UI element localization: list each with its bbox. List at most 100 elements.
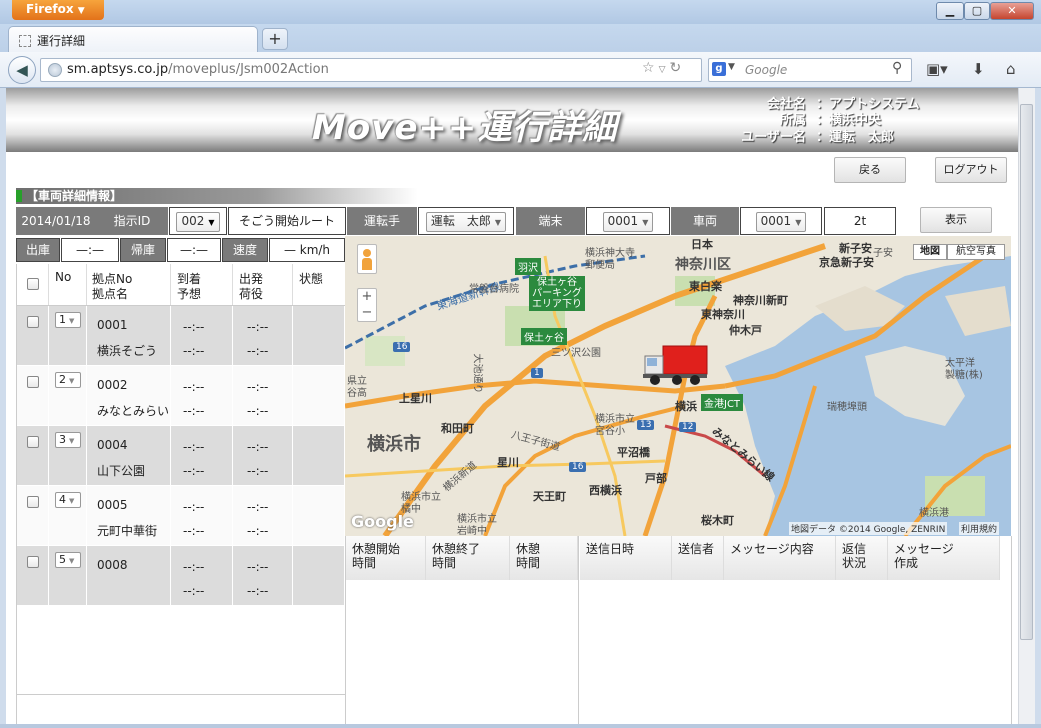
browser-tab[interactable]: 運行詳細 <box>8 26 258 52</box>
col-rest-time: 休憩 時間 <box>510 536 578 580</box>
map-label: 横浜 <box>675 400 697 413</box>
zoom-control: + − <box>357 288 377 322</box>
map-label: 製糖(株) <box>945 370 983 381</box>
table-row[interactable]: 4 ▼ 0005 元町中華街 --:-- --:-- --:-- --:-- <box>17 486 345 546</box>
map-label: 上星川 <box>399 392 432 405</box>
map-label: 東神奈川 <box>701 308 745 321</box>
map-label: 横浜市 <box>367 434 421 455</box>
row-arrival-est: --:-- <box>183 404 205 418</box>
vehicle-label: 車両 <box>671 207 739 235</box>
street-view-pegman-icon[interactable] <box>357 244 377 274</box>
maximize-icon: ▢ <box>971 4 983 17</box>
maximize-button[interactable]: ▢ <box>964 2 990 20</box>
map-label: 神奈川区 <box>675 257 731 273</box>
chevron-down-icon[interactable]: ▼ <box>728 62 735 72</box>
map-label: 横浜港 <box>919 508 949 519</box>
col-rest-start-label: 休憩開始 <box>352 542 401 556</box>
bookmarks-menu-icon[interactable]: ▣▾ <box>926 60 948 78</box>
row-point-code: 0004 <box>97 438 128 452</box>
chevron-down-icon: ▼ <box>494 218 502 227</box>
row-order-select[interactable]: 3 ▼ <box>55 432 81 448</box>
table-row[interactable]: 1 ▼ 0001 横浜そごう --:-- --:-- --:-- --:-- <box>17 306 345 366</box>
map-type-map-button[interactable]: 地図 <box>913 244 947 260</box>
map-label-group: 太平洋 製糖(株) <box>945 358 983 382</box>
url-bar[interactable]: sm.aptsys.co.jp/moveplus/Jsm002Action <box>40 58 702 82</box>
return-label: 帰庫 <box>120 238 166 262</box>
terminal-cell: 0001 ▼ <box>586 207 670 235</box>
map-label: 横浜市立 <box>457 514 497 525</box>
col-no: No <box>55 270 72 284</box>
arrow-left-icon: ◀ <box>16 61 28 79</box>
scrollbar-thumb[interactable] <box>1020 104 1033 640</box>
minimize-button[interactable]: ▁ <box>936 2 964 20</box>
row-order-select[interactable]: 2 ▼ <box>55 372 81 388</box>
map-label: 岩崎中 <box>457 526 487 536</box>
row-order-value: 2 <box>59 373 66 386</box>
table-row[interactable]: 3 ▼ 0004 山下公園 --:-- --:-- --:-- --:-- <box>17 426 345 486</box>
row-status <box>293 366 345 425</box>
row-order-select[interactable]: 1 ▼ <box>55 312 81 328</box>
row-checkbox[interactable] <box>27 376 39 388</box>
truck-marker-icon[interactable] <box>643 344 711 388</box>
map-label: 横浜市立 <box>401 492 441 503</box>
home-icon[interactable]: ⌂ <box>1006 60 1016 78</box>
col-message-content: メッセージ内容 <box>724 536 836 580</box>
row-arrival-est: --:-- <box>183 584 205 598</box>
google-engine-icon[interactable]: g <box>712 62 726 76</box>
table-row[interactable]: 5 ▼ 0008 --:-- --:-- --:-- --:-- <box>17 546 345 606</box>
search-placeholder: Google <box>745 63 788 77</box>
new-tab-button[interactable]: + <box>262 28 288 50</box>
back-button[interactable]: ◀ <box>8 56 36 84</box>
table-row[interactable]: 2 ▼ 0002 みなとみらい --:-- --:-- --:-- --:-- <box>17 366 345 426</box>
message-panel: 送信日時 送信者 メッセージ内容 返信 状況 メッセージ 作成 <box>580 536 1012 724</box>
display-button[interactable]: 表示 <box>920 207 992 233</box>
instruction-id-select[interactable]: 002 ▼ <box>176 212 220 232</box>
map-label: 子安 <box>873 248 893 259</box>
select-all-checkbox[interactable] <box>27 278 39 290</box>
row-order-value: 5 <box>59 553 66 566</box>
table-header: No 拠点No 拠点名 到着 予想 出発 荷役 状態 <box>17 264 345 306</box>
map-terms-link[interactable]: 利用規約 <box>959 522 1000 535</box>
dropdown-arrow-icon[interactable]: ▽ <box>659 65 670 75</box>
vehicle-select[interactable]: 0001 ▼ <box>755 212 807 232</box>
row-status <box>293 546 345 605</box>
close-window-button[interactable]: ✕ <box>990 2 1034 20</box>
row-departure-handling: --:-- <box>247 524 269 538</box>
google-logo[interactable]: Google <box>351 512 414 531</box>
map-label: 星川 <box>497 456 519 469</box>
zoom-in-button[interactable]: + <box>358 289 376 305</box>
terminal-select[interactable]: 0001 ▼ <box>602 212 654 232</box>
table-resize-grip[interactable] <box>17 694 345 702</box>
search-icon[interactable]: ⚲ <box>892 60 902 76</box>
tab-title: 運行詳細 <box>37 34 86 48</box>
zoom-out-button[interactable]: − <box>358 305 376 321</box>
row-checkbox[interactable] <box>27 496 39 508</box>
search-input[interactable]: Google <box>708 58 912 82</box>
map-label: 天王町 <box>533 490 566 503</box>
row-checkbox[interactable] <box>27 556 39 568</box>
map-view[interactable]: 東海道新幹線 羽沢 保土ヶ谷 パーキング エリア下り 保土ヶ谷 常盤台病院 三ツ沢公… <box>345 236 1011 536</box>
map-label: 谷高 <box>347 388 367 399</box>
col-sent-at: 送信日時 <box>580 536 672 580</box>
date-cell: 2014/01/18 <box>16 207 96 235</box>
back-page-button[interactable]: 戻る <box>834 157 906 183</box>
firefox-menu-label: Firefox <box>26 2 74 16</box>
col-create-message-sub: 作成 <box>894 556 919 570</box>
map-label: 宮谷小 <box>595 426 625 437</box>
row-order-value: 4 <box>59 493 66 506</box>
row-order-select[interactable]: 4 ▼ <box>55 492 81 508</box>
col-rest-end-sub: 時間 <box>432 556 457 570</box>
row-checkbox[interactable] <box>27 436 39 448</box>
firefox-menu-button[interactable]: Firefox ▼ <box>12 0 104 20</box>
reload-icon[interactable]: ↻ <box>669 60 685 76</box>
row-status <box>293 306 345 365</box>
map-type-aerial-button[interactable]: 航空写真 <box>947 244 1005 260</box>
row-order-select[interactable]: 5 ▼ <box>55 552 81 568</box>
driver-select[interactable]: 運転 太郎 ▼ <box>425 212 507 232</box>
download-icon[interactable]: ⬇ <box>972 60 985 78</box>
bookmark-star-icon[interactable]: ☆ <box>642 60 659 76</box>
row-point-code: 0005 <box>97 498 128 512</box>
chevron-down-icon: ▼ <box>642 218 649 227</box>
logout-button[interactable]: ログアウト <box>935 157 1007 183</box>
row-checkbox[interactable] <box>27 316 39 328</box>
